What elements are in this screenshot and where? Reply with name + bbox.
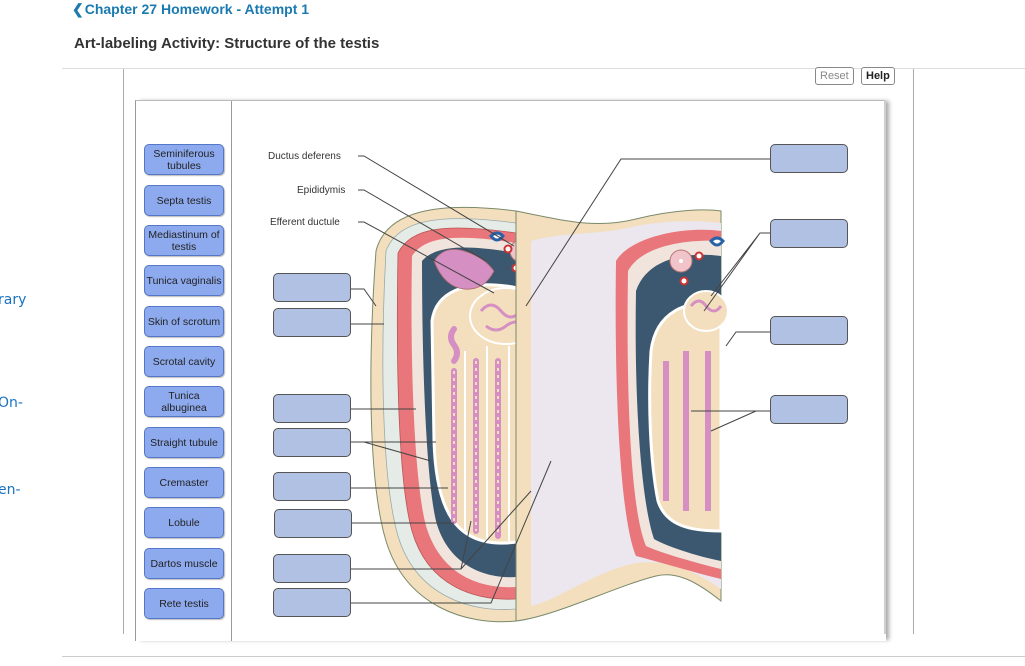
- figure-label-ductus-deferens: Ductus deferens: [268, 151, 341, 162]
- drop-target[interactable]: [273, 308, 351, 337]
- chevron-left-icon: ❮: [72, 1, 84, 17]
- testis-illustration: Ductus deferens Epididymis Efferent duct…: [268, 151, 771, 623]
- sidebar-link-pen[interactable]: en-: [0, 482, 21, 498]
- drop-target[interactable]: [770, 316, 848, 345]
- drop-target[interactable]: [273, 273, 351, 302]
- drop-target[interactable]: [273, 588, 351, 617]
- drop-target[interactable]: [770, 395, 848, 424]
- canvas-shadow-edge: [884, 100, 886, 634]
- figure-label-epididymis: Epididymis: [297, 185, 345, 196]
- drop-target[interactable]: [770, 144, 848, 173]
- page-title: Art-labeling Activity: Structure of the …: [74, 35, 380, 52]
- drop-target[interactable]: [273, 554, 351, 583]
- drop-target[interactable]: [770, 219, 848, 248]
- drop-target[interactable]: [273, 394, 351, 423]
- back-to-assignment-link[interactable]: ❮Chapter 27 Homework - Attempt 1: [72, 1, 309, 18]
- labeling-canvas: Seminiferous tubules Septa testis Medias…: [135, 100, 886, 641]
- sidebar-link-online[interactable]: On-: [0, 395, 23, 411]
- back-link-label: Chapter 27 Homework - Attempt 1: [84, 1, 310, 17]
- frame-right-border: [913, 69, 914, 634]
- drop-target[interactable]: [273, 472, 351, 501]
- sidebar-link-library[interactable]: rary: [0, 292, 26, 308]
- help-button[interactable]: Help: [861, 67, 895, 85]
- divider-bottom: [62, 656, 1025, 657]
- drop-target[interactable]: [273, 428, 351, 457]
- drop-target[interactable]: [274, 509, 352, 538]
- figure-label-efferent-ductule: Efferent ductule: [270, 217, 340, 228]
- reset-button[interactable]: Reset: [815, 67, 854, 85]
- frame-left-border: [123, 69, 124, 634]
